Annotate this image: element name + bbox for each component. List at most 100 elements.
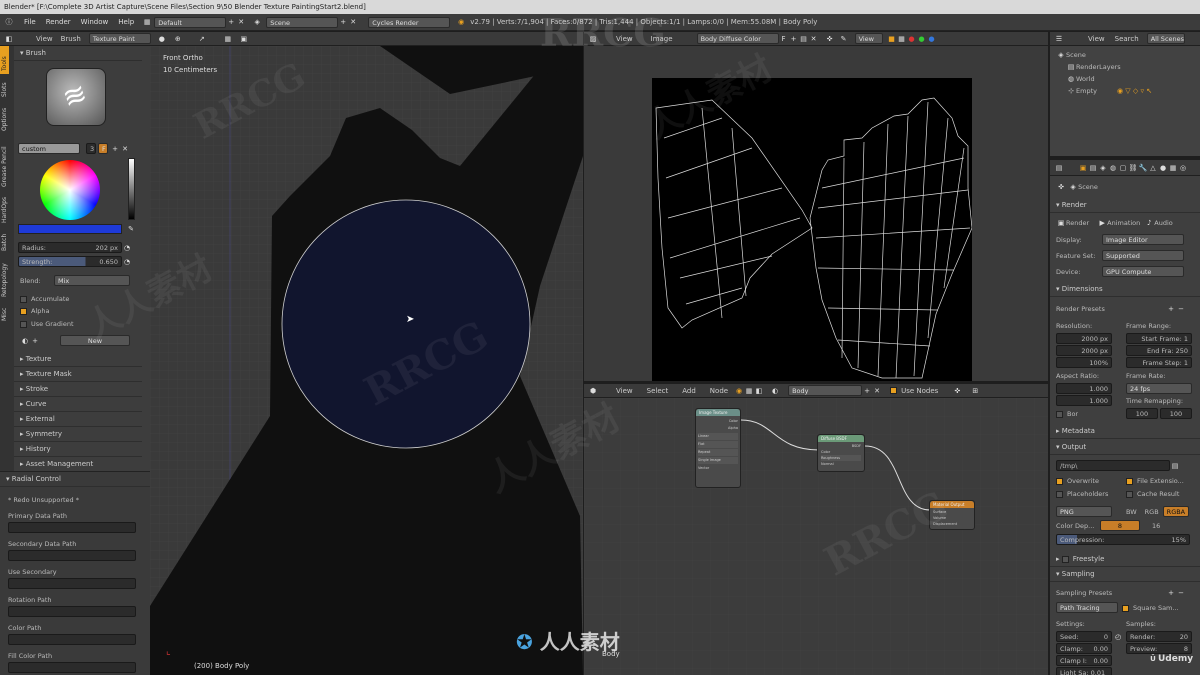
resolution-y-field[interactable]: 2000 px xyxy=(1056,345,1112,356)
value-slider[interactable] xyxy=(128,158,135,220)
preview-samples-field[interactable]: Preview: 8 xyxy=(1126,643,1192,654)
output-path-field[interactable]: /tmp\ xyxy=(1056,460,1170,471)
empty-visibility-icon[interactable]: ◉ ▽ ◇ ▿ ↖ xyxy=(1117,86,1152,96)
menu-help[interactable]: Help xyxy=(118,18,134,26)
physics-tab-icon[interactable]: ◎ xyxy=(1178,163,1188,173)
render-button[interactable]: ▣ Render xyxy=(1056,218,1089,228)
border-checkbox[interactable] xyxy=(1056,410,1063,418)
render-icon[interactable]: ▣ xyxy=(239,34,249,44)
node-pin-icon[interactable]: ✜ xyxy=(952,386,962,396)
material-tab-icon[interactable]: ● xyxy=(1158,163,1168,173)
output-section[interactable]: ▾ Output xyxy=(1050,440,1200,455)
color-path-field[interactable] xyxy=(8,634,136,645)
metadata-section[interactable]: ▸ Metadata xyxy=(1050,424,1200,439)
node-menu-view[interactable]: View xyxy=(616,387,633,395)
add-scene-icon[interactable]: + xyxy=(338,17,348,27)
add-brush-icon[interactable]: + xyxy=(110,144,120,154)
remap-old-field[interactable]: 100 xyxy=(1126,408,1158,419)
color-rgba-button[interactable]: RGBA xyxy=(1162,506,1190,517)
info-editor-icon[interactable]: ⓘ xyxy=(4,17,14,27)
outliner-menu-search[interactable]: Search xyxy=(1115,35,1139,43)
node-editor[interactable]: Image Texture Color Alpha Linear Flat Re… xyxy=(584,398,1048,675)
image-select[interactable]: Body Diffuse Color xyxy=(696,33,779,44)
resolution-x-field[interactable]: 2000 px xyxy=(1056,333,1112,344)
brush-section-header[interactable]: ▾ Brush xyxy=(14,46,142,61)
object-nodes-icon[interactable]: ◐ xyxy=(770,386,780,396)
brush-preview[interactable]: ≋ xyxy=(46,68,106,126)
editor-type-icon[interactable]: ◧ xyxy=(4,34,14,44)
alpha-checkbox[interactable] xyxy=(20,307,27,315)
green-channel-icon[interactable]: ● xyxy=(917,34,927,44)
shader-nodes-icon[interactable]: ◉ xyxy=(734,386,744,396)
section-external[interactable]: ▸ External xyxy=(14,412,142,427)
sampling-presets-label[interactable]: Sampling Presets xyxy=(1056,589,1166,597)
scene-select[interactable]: Scene xyxy=(266,16,339,28)
current-color-swatch[interactable] xyxy=(18,224,122,234)
image-draw-channels-icon[interactable]: ▦ xyxy=(897,34,907,44)
render-engine-select[interactable]: Cycles Render xyxy=(368,16,451,28)
outliner-item-world[interactable]: ◍ World xyxy=(1066,74,1095,84)
red-channel-icon[interactable]: ● xyxy=(907,34,917,44)
section-curve[interactable]: ▸ Curve xyxy=(14,397,142,412)
unlink-brush-icon[interactable]: ✕ xyxy=(120,144,130,154)
preset-add-icon[interactable]: + xyxy=(1166,304,1176,314)
color-rgb-button[interactable]: RGB xyxy=(1145,508,1159,516)
cache-result-checkbox[interactable] xyxy=(1126,490,1133,498)
file-format-select[interactable]: PNG xyxy=(1056,506,1112,517)
menu-file[interactable]: File xyxy=(24,18,36,26)
output-browse-icon[interactable]: ▤ xyxy=(1170,461,1180,471)
node-snap-icon[interactable]: ⊞ xyxy=(970,386,980,396)
section-stroke[interactable]: ▸ Stroke xyxy=(14,382,142,397)
render-section[interactable]: ▾ Render xyxy=(1050,198,1200,213)
texture-tab-icon[interactable]: ▦ xyxy=(1168,163,1178,173)
scene-tab-icon[interactable]: ◈ xyxy=(1098,163,1108,173)
use-nodes-checkbox[interactable] xyxy=(890,387,898,394)
pin-icon[interactable]: ✜ xyxy=(1056,182,1066,192)
radial-control-header[interactable]: ▾ Radial Control xyxy=(0,472,150,487)
placeholders-checkbox[interactable] xyxy=(1056,490,1063,498)
node-menu-select[interactable]: Select xyxy=(647,387,669,395)
tab-grease-pencil[interactable]: Grease Pencil xyxy=(0,134,9,190)
sampling-section[interactable]: ▾ Sampling xyxy=(1050,567,1200,582)
fps-select[interactable]: 24 fps xyxy=(1126,383,1192,394)
node-menu-node[interactable]: Node xyxy=(710,387,728,395)
clamp-indirect-field[interactable]: Clamp I: 0.00 xyxy=(1056,655,1112,666)
image-paint-icon[interactable]: ✎ xyxy=(839,34,849,44)
image-texture-node[interactable]: Image Texture Color Alpha Linear Flat Re… xyxy=(695,408,741,488)
file-extensions-checkbox[interactable] xyxy=(1126,477,1133,485)
image-view-select[interactable]: View xyxy=(854,33,883,44)
outliner-item-empty[interactable]: ⊹ Empty ◉ ▽ ◇ ▿ ↖ xyxy=(1066,86,1152,96)
shading-icon[interactable]: ● xyxy=(157,34,167,44)
rotation-path-field[interactable] xyxy=(8,606,136,617)
tab-slots[interactable]: Slots xyxy=(0,74,9,100)
use-gradient-checkbox[interactable] xyxy=(20,320,27,328)
render-tab-icon[interactable]: ▣ xyxy=(1078,163,1088,173)
modifiers-tab-icon[interactable]: 🔧 xyxy=(1138,163,1148,173)
image-channel-icon[interactable]: ■ xyxy=(887,34,897,44)
palette-icon[interactable]: ◐ xyxy=(20,336,30,346)
device-select[interactable]: GPU Compute xyxy=(1102,266,1184,277)
outliner-menu-view[interactable]: View xyxy=(1088,35,1105,43)
data-tab-icon[interactable]: △ xyxy=(1148,163,1158,173)
color-wheel[interactable] xyxy=(40,160,100,220)
texture-nodes-icon[interactable]: ▦ xyxy=(744,386,754,396)
section-symmetry[interactable]: ▸ Symmetry xyxy=(14,427,142,442)
palette-add-icon[interactable]: + xyxy=(30,336,40,346)
render-samples-field[interactable]: Render: 20 xyxy=(1126,631,1192,642)
remap-new-field[interactable]: 100 xyxy=(1160,408,1192,419)
path-primary-field[interactable] xyxy=(8,522,136,533)
frame-step-field[interactable]: Frame Step: 1 xyxy=(1126,357,1192,368)
color-depth-16-button[interactable]: 16 xyxy=(1152,522,1160,530)
preset-remove-icon[interactable]: − xyxy=(1176,304,1186,314)
color-bw-button[interactable]: BW xyxy=(1126,508,1137,516)
animation-button[interactable]: ▶ Animation xyxy=(1097,218,1140,228)
material-add-icon[interactable]: + xyxy=(862,386,872,396)
menu-window[interactable]: Window xyxy=(81,18,109,26)
render-presets-label[interactable]: Render Presets xyxy=(1056,305,1166,313)
seed-animate-icon[interactable]: ◴ xyxy=(1113,632,1123,642)
aspect-y-field[interactable]: 1.000 xyxy=(1056,395,1112,406)
node-menu-add[interactable]: Add xyxy=(682,387,696,395)
tab-misc[interactable]: Misc xyxy=(0,300,9,324)
image-add-icon[interactable]: + xyxy=(789,34,799,44)
display-select[interactable]: Image Editor xyxy=(1102,234,1184,245)
